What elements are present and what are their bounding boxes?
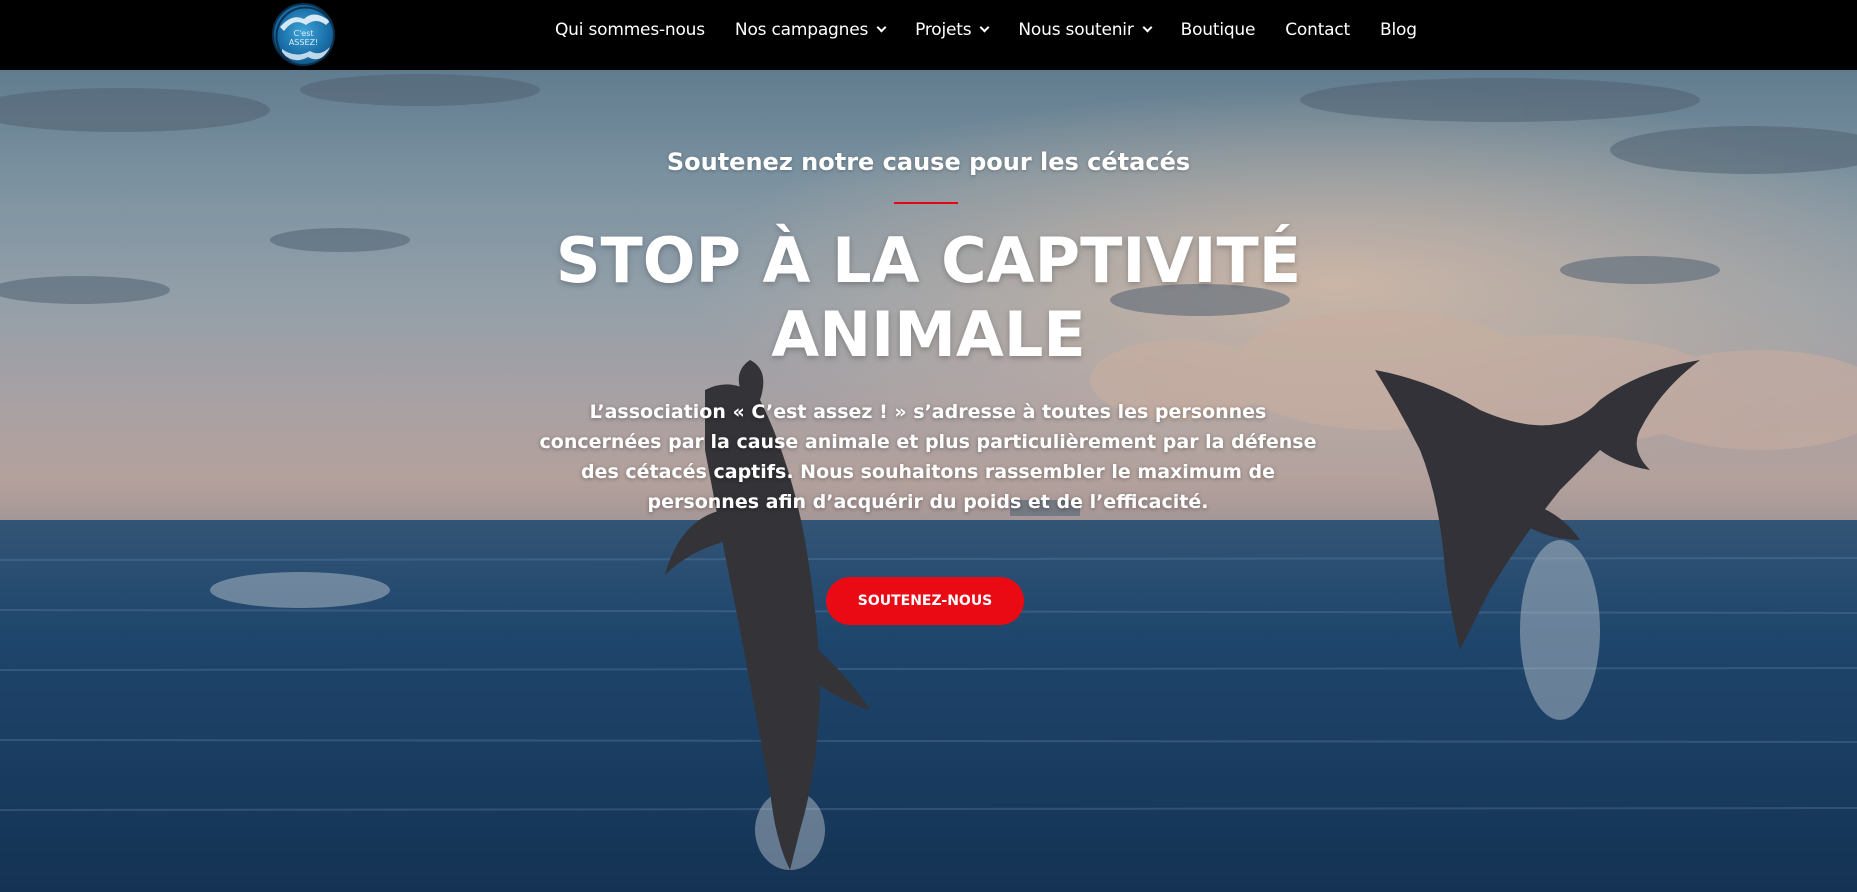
hero-description: L’association « C’est assez ! » s’adress… (539, 401, 1317, 513)
main-nav: Qui sommes-nous Nos campagnes Projets No… (555, 0, 1417, 60)
nav-item-projets[interactable]: Projets (915, 20, 990, 40)
site-logo[interactable]: C'est ASSEZ! (272, 3, 335, 66)
chevron-down-icon (979, 22, 990, 33)
hero-divider (894, 202, 958, 204)
nav-item-blog[interactable]: Blog (1380, 20, 1417, 40)
nav-item-boutique[interactable]: Boutique (1181, 20, 1256, 40)
hero-headline-line2: ANIMALE (771, 298, 1086, 371)
nav-item-nos-campagnes[interactable]: Nos campagnes (734, 20, 887, 40)
nav-item-label: Blog (1380, 20, 1417, 40)
hero-section: Soutenez notre cause pour les cétacés ST… (0, 70, 1857, 892)
site-header: C'est ASSEZ! Qui sommes-nous Nos campagn… (0, 0, 1857, 70)
nav-item-label: Boutique (1180, 20, 1256, 40)
nav-item-label: Nos campagnes (734, 20, 869, 40)
chevron-down-icon (876, 22, 887, 33)
nav-item-contact[interactable]: Contact (1285, 20, 1350, 40)
nav-item-label: Qui sommes-nous (555, 20, 705, 40)
chevron-down-icon (1142, 22, 1153, 33)
nav-item-label: Contact (1285, 20, 1351, 40)
logo-text-line1: C'est (293, 29, 314, 38)
support-us-button[interactable]: SOUTENEZ-NOUS (826, 577, 1024, 625)
hero-headline: STOP À LA CAPTIVITÉ ANIMALE (0, 224, 1857, 372)
nav-item-nous-soutenir[interactable]: Nous soutenir (1018, 20, 1153, 40)
nav-item-label: Projets (915, 20, 972, 40)
hero-subtitle: Soutenez notre cause pour les cétacés (666, 148, 1191, 176)
nav-item-qui-sommes-nous[interactable]: Qui sommes-nous (555, 20, 705, 40)
nav-item-label: Nous soutenir (1018, 20, 1134, 40)
hero-headline-line1: STOP À LA CAPTIVITÉ (555, 224, 1302, 297)
logo-text-line2: ASSEZ! (288, 38, 319, 47)
